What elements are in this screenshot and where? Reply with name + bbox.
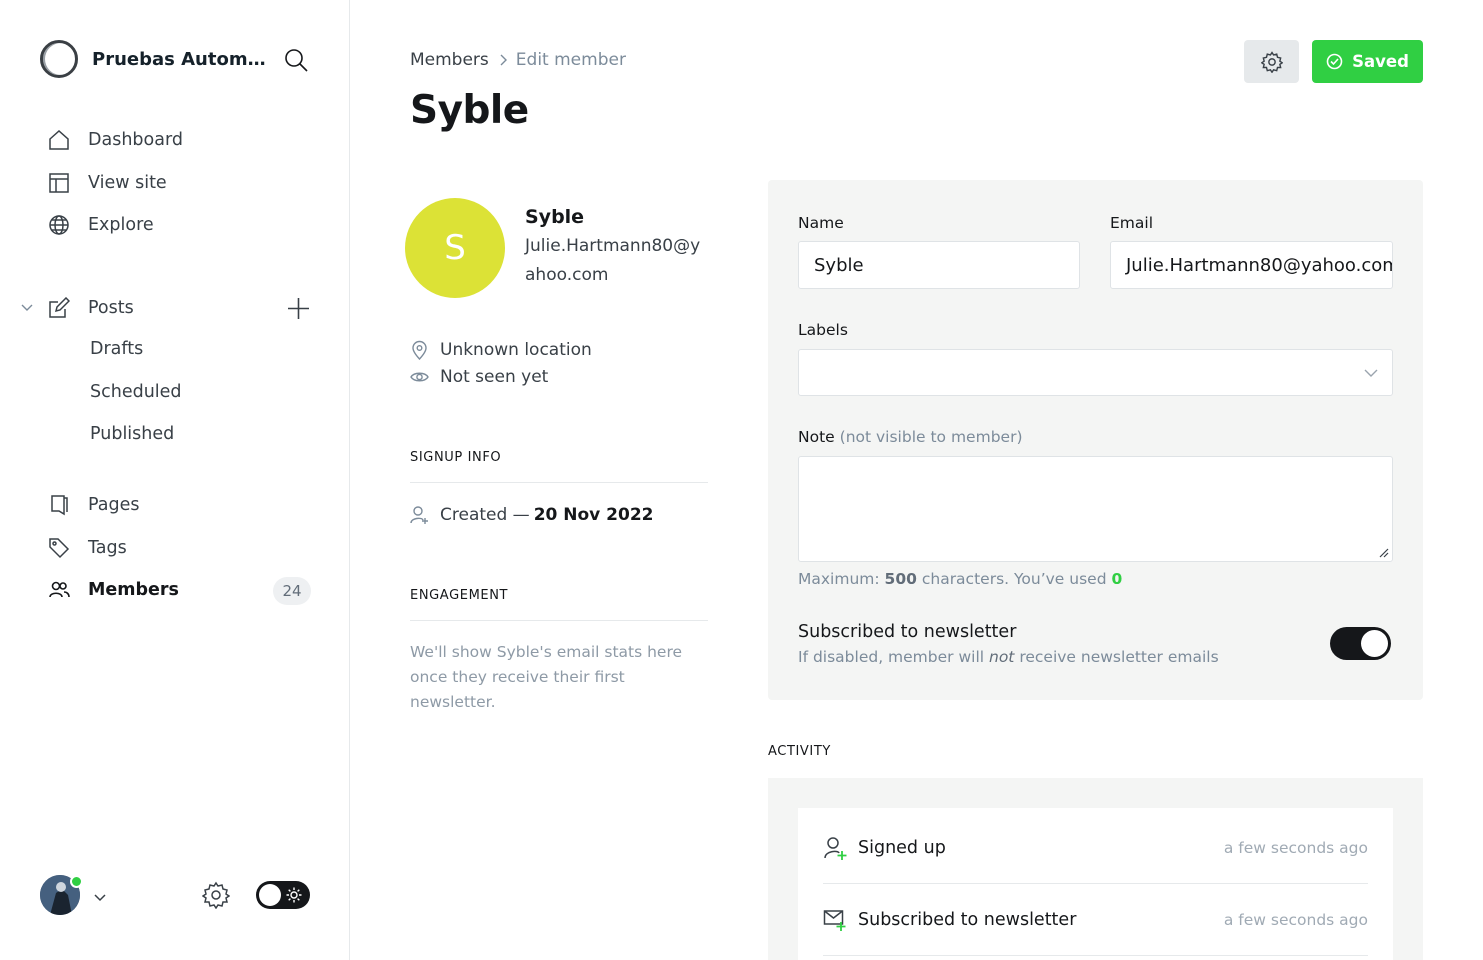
breadcrumb: Members Edit member [410,50,626,70]
site-logo [40,40,78,78]
name-field[interactable]: Syble [798,241,1080,289]
saved-button-label: Saved [1352,52,1409,71]
sidebar-item-posts[interactable]: Posts [48,297,134,319]
used-value: 0 [1111,570,1123,588]
engagement-text: We'll show Syble's email stats here once… [410,643,683,711]
sidebar-item-label: View site [88,173,167,193]
sidebar-item-published[interactable]: Published [90,424,174,444]
location-pin-icon [412,340,427,360]
member-email: Julie.Hartmann80@yahoo.com [525,236,701,285]
activity-item: Subscribed to newsletter a few seconds a… [823,884,1368,956]
breadcrumb-members-link[interactable]: Members [410,50,489,70]
activity-label: Subscribed to newsletter [858,909,1077,930]
user-add-icon [410,506,428,524]
saved-button[interactable]: Saved [1312,40,1423,83]
members-icon [49,581,70,598]
newsletter-toggle[interactable] [1330,627,1391,660]
page-title: Syble [410,88,529,133]
desc-part-1: If disabled, member will [798,648,985,666]
sidebar-item-label: Explore [88,215,154,235]
note-char-counter: Maximum: 500 characters. You’ve used 0 [798,570,1122,588]
desc-emphasis: not [989,648,1015,666]
layout-icon [49,173,69,193]
signup-info-heading: SIGNUP INFO [410,450,502,465]
sidebar-item-label: Tags [88,538,127,558]
sidebar-item-label: Pages [88,495,140,515]
member-avatar: S [405,198,505,298]
toggle-knob [1361,630,1388,657]
globe-icon [49,215,69,235]
divider [410,482,708,483]
labels-select[interactable] [798,349,1393,396]
activity-item: Signed up a few seconds ago [823,812,1368,884]
note-label: Note (not visible to member) [798,428,1023,446]
settings-gear-icon[interactable] [201,881,231,913]
location-text: Unknown location [440,340,592,360]
divider [410,620,708,621]
site-brand[interactable]: Pruebas Automatizadas [40,40,267,78]
chevron-down-icon[interactable] [20,300,34,319]
gear-icon [1260,50,1283,73]
sidebar-item-tags[interactable]: Tags [48,537,127,559]
created-label: Created — [440,505,530,525]
newsletter-title: Subscribed to newsletter [798,622,1017,642]
sidebar-item-drafts[interactable]: Drafts [90,339,143,359]
sidebar-item-label: Dashboard [88,130,183,150]
email-field[interactable]: Julie.Hartmann80@yahoo.com [1110,241,1393,289]
sidebar-item-label: Members [88,580,179,600]
max-prefix: Maximum: [798,570,880,588]
sun-icon [286,887,302,903]
member-name: Syble [525,206,585,228]
chevron-right-icon [500,54,507,66]
activity-time: a few seconds ago [1223,838,1368,857]
toggle-knob [259,884,281,906]
resize-handle-icon[interactable] [1379,548,1389,558]
chevron-down-icon [1364,369,1378,377]
activity-heading: ACTIVITY [768,744,831,759]
activity-label: Signed up [858,837,946,858]
sidebar-item-pages[interactable]: Pages [48,494,139,516]
add-post-icon[interactable] [287,297,310,324]
sidebar-item-scheduled[interactable]: Scheduled [90,382,182,402]
chevron-down-icon[interactable] [93,889,107,908]
members-count-badge: 24 [273,577,311,605]
created-row: Created — 20 Nov 2022 [410,505,653,525]
note-textarea[interactable] [798,456,1393,562]
edit-icon [49,297,70,318]
name-label: Name [798,214,844,232]
note-hint: (not visible to member) [839,428,1023,446]
eye-icon [410,372,429,382]
created-date: 20 Nov 2022 [533,505,654,525]
last-seen-text: Not seen yet [440,367,549,387]
member-settings-button[interactable] [1244,40,1299,83]
site-name: Pruebas Automatizadas [92,48,267,70]
sidebar: Pruebas Automatizadas Dashboard View sit… [0,0,350,960]
max-value: 500 [884,570,917,588]
sidebar-item-dashboard[interactable]: Dashboard [48,129,183,151]
email-label: Email [1110,214,1154,232]
online-status-dot [70,875,83,888]
tag-icon [49,538,70,559]
sidebar-item-label: Posts [88,298,134,318]
note-label-text: Note [798,428,835,446]
sidebar-item-explore[interactable]: Explore [48,214,154,236]
max-middle: characters. You’ve used [921,570,1107,588]
theme-toggle[interactable] [256,881,310,909]
breadcrumb-current: Edit member [515,50,626,70]
member-location: Unknown location [410,340,592,360]
mail-add-icon [823,909,846,931]
check-circle-icon [1326,53,1343,70]
labels-label: Labels [798,321,848,339]
activity-time: a few seconds ago [1223,910,1368,929]
member-last-seen: Not seen yet [410,367,548,387]
user-add-icon [824,836,847,860]
desc-part-2: receive newsletter emails [1019,648,1219,666]
sidebar-item-view-site[interactable]: View site [48,172,167,194]
newsletter-description: If disabled, member will not receive new… [798,648,1219,666]
search-icon[interactable] [284,48,308,76]
engagement-heading: ENGAGEMENT [410,588,509,603]
sidebar-item-members[interactable]: Members [48,579,179,601]
pages-icon [51,495,68,516]
home-icon [49,129,69,150]
